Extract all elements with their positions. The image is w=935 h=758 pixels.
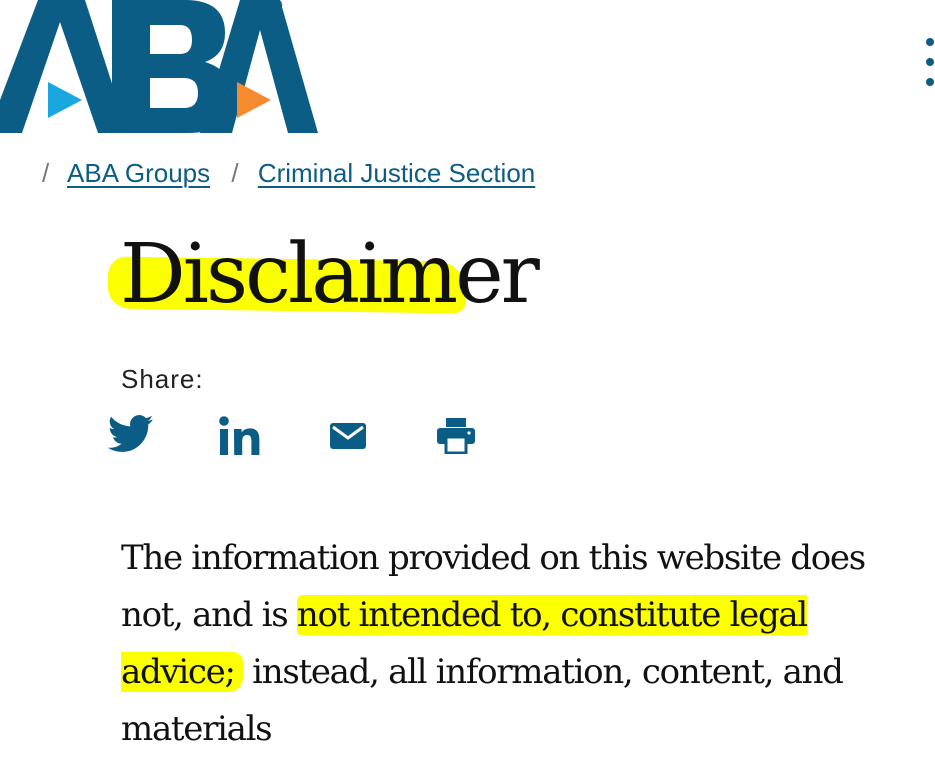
twitter-icon[interactable] [107, 414, 154, 459]
aba-logo-mark [0, 0, 318, 133]
disclaimer-paragraph: The information provided on this website… [121, 530, 901, 758]
breadcrumb-link-criminal-justice-section[interactable]: Criminal Justice Section [258, 158, 535, 188]
page-title-block: Disclaimer [107, 225, 540, 325]
breadcrumb-separator: / [42, 158, 50, 188]
breadcrumb-link-aba-groups[interactable]: ABA Groups [67, 158, 210, 188]
breadcrumb-separator: / [231, 158, 239, 188]
email-icon[interactable] [330, 423, 366, 454]
breadcrumb: / ABA Groups / Criminal Justice Section [42, 158, 549, 189]
registered-mark: ® [270, 0, 283, 15]
print-icon[interactable] [437, 418, 475, 459]
page-title: Disclaimer [120, 227, 540, 322]
share-label: Share: [121, 364, 204, 394]
aba-logo[interactable]: ® [0, 0, 320, 135]
menu-dots-icon[interactable] [926, 38, 935, 88]
linkedin-icon[interactable] [219, 416, 261, 461]
